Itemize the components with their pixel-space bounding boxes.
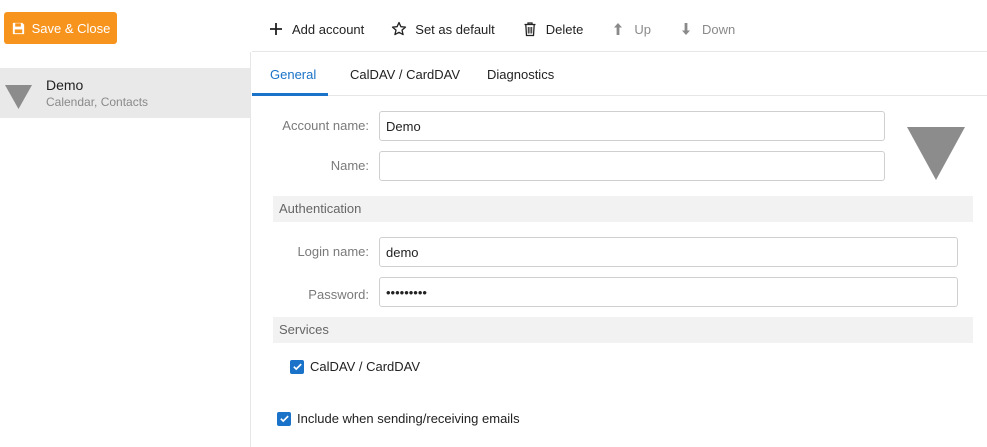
move-down-button[interactable]: Down (678, 21, 735, 37)
authentication-section-header: Authentication (273, 196, 973, 222)
trash-icon (524, 22, 536, 37)
arrow-down-icon (681, 23, 690, 35)
add-account-label: Add account (292, 21, 365, 37)
delete-button[interactable]: Delete (522, 21, 584, 37)
caldav-carddav-checkbox[interactable]: CalDAV / CardDAV (290, 359, 420, 374)
login-name-input[interactable] (379, 237, 958, 267)
arrow-up-icon (614, 23, 623, 35)
plus-icon (270, 23, 282, 35)
services-section-header: Services (273, 317, 973, 343)
include-emails-checkbox[interactable]: Include when sending/receiving emails (277, 411, 520, 426)
account-name: Demo (46, 77, 84, 93)
add-account-button[interactable]: Add account (268, 21, 364, 37)
checkbox-checked-icon (277, 411, 291, 426)
tab-bar: General CalDAV / CardDAV Diagnostics (252, 52, 987, 96)
account-name-label: Account name: (282, 118, 369, 133)
active-tab-indicator (252, 93, 328, 96)
delete-label: Delete (545, 21, 584, 37)
sidebar-divider (250, 52, 251, 447)
tab-caldav-carddav[interactable]: CalDAV / CardDAV (350, 67, 460, 82)
toolbar: Add account Set as default Delete Up Dow… (268, 16, 762, 42)
set-default-label: Set as default (415, 21, 495, 37)
password-label: Password: (308, 287, 369, 302)
tab-general[interactable]: General (270, 67, 316, 82)
account-name-input[interactable] (379, 111, 885, 141)
include-emails-checkbox-label: Include when sending/receiving emails (297, 411, 520, 426)
caldav-carddav-checkbox-label: CalDAV / CardDAV (310, 359, 421, 374)
set-default-button[interactable]: Set as default (391, 21, 495, 37)
account-large-icon (907, 127, 965, 180)
name-input[interactable] (379, 151, 885, 181)
account-description: Calendar, Contacts (46, 95, 149, 109)
tab-diagnostics[interactable]: Diagnostics (487, 67, 554, 82)
password-input[interactable] (379, 277, 958, 307)
save-icon (12, 22, 24, 34)
name-label: Name: (330, 158, 369, 173)
move-up-button[interactable]: Up (610, 21, 651, 37)
save-close-button[interactable]: Save & Close (4, 12, 117, 44)
account-triangle-icon (5, 85, 32, 109)
save-close-label: Save & Close (31, 20, 111, 36)
star-icon (392, 21, 407, 36)
move-down-label: Down (701, 21, 736, 37)
checkbox-checked-icon (290, 359, 304, 374)
login-name-label: Login name: (297, 244, 369, 259)
move-up-label: Up (634, 21, 651, 37)
sidebar-account-demo[interactable]: Demo Calendar, Contacts (0, 68, 250, 118)
